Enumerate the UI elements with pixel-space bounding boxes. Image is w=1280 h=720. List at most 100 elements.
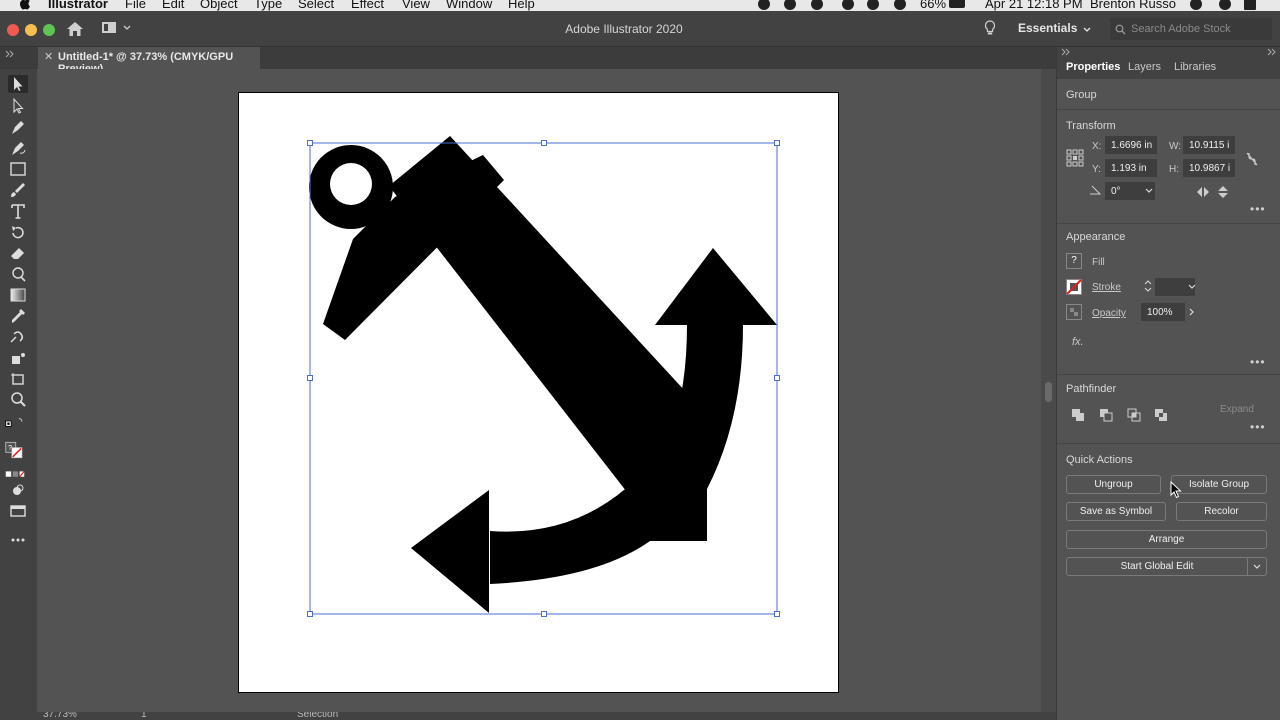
reference-point-icon[interactable] <box>1066 149 1084 167</box>
tab-properties[interactable]: Properties <box>1066 61 1120 73</box>
spotlight-icon[interactable] <box>1190 0 1202 10</box>
menu-select[interactable]: Select <box>298 0 334 11</box>
fill-swatch[interactable]: ? <box>1066 253 1082 269</box>
current-tool-label[interactable]: Selection <box>297 712 338 720</box>
eyedropper-tool[interactable] <box>8 307 28 325</box>
stroke-weight-dropdown-chevron-icon[interactable] <box>1188 284 1196 290</box>
bluetooth-icon[interactable] <box>867 0 879 10</box>
lightbulb-icon[interactable] <box>984 20 996 36</box>
scrollbar-thumb[interactable] <box>1045 382 1052 402</box>
handle-top-right[interactable] <box>774 140 780 146</box>
constrain-proportions-icon[interactable] <box>1245 151 1259 167</box>
symbol-sprayer-tool[interactable] <box>8 349 28 367</box>
artboard-tool[interactable] <box>8 370 28 388</box>
anchor-left-fluke[interactable] <box>411 490 489 613</box>
opacity-label[interactable]: Opacity <box>1092 308 1126 319</box>
opacity-chevron-right-icon[interactable] <box>1189 308 1195 316</box>
adobe-stock-search[interactable]: Search Adobe Stock <box>1110 18 1272 40</box>
menu-app-name[interactable]: Illustrator <box>48 0 108 11</box>
handle-bottom-right[interactable] <box>774 611 780 617</box>
handle-top-middle[interactable] <box>541 140 547 146</box>
artboard-number[interactable]: 1 <box>141 712 147 720</box>
warp-tool[interactable] <box>8 265 28 283</box>
exclude-icon[interactable] <box>1154 408 1168 422</box>
ungroup-button[interactable]: Ungroup <box>1066 475 1161 494</box>
eraser-tool[interactable] <box>8 244 28 262</box>
user-name[interactable]: Brenton Russo <box>1090 0 1176 11</box>
menu-view[interactable]: View <box>402 0 430 11</box>
fx-effects-button[interactable]: fx. <box>1072 336 1084 348</box>
default-fill-stroke-toggle[interactable] <box>5 412 31 430</box>
edit-toolbar-button[interactable] <box>8 531 28 549</box>
menu-file[interactable]: File <box>125 0 146 11</box>
battery-icon[interactable] <box>949 0 965 8</box>
appearance-more-options-icon[interactable]: ••• <box>1250 355 1266 369</box>
handle-top-left[interactable] <box>307 140 313 146</box>
record-status-icon[interactable] <box>758 0 770 10</box>
rotate-tool[interactable] <box>8 223 28 241</box>
tab-layers[interactable]: Layers <box>1128 61 1161 73</box>
blend-tool[interactable] <box>8 328 28 346</box>
collapse-panel-left-icon[interactable] <box>1061 48 1071 56</box>
menu-window[interactable]: Window <box>446 0 492 11</box>
curvature-tool[interactable] <box>8 139 28 157</box>
minus-front-icon[interactable] <box>1099 408 1113 422</box>
y-position-field[interactable]: 1.193 in <box>1105 159 1157 177</box>
stroke-label[interactable]: Stroke <box>1092 282 1121 293</box>
anchor-artwork[interactable] <box>37 69 1041 712</box>
menu-effect[interactable]: Effect <box>351 0 384 11</box>
creative-cloud-icon[interactable] <box>811 0 823 10</box>
pathfinder-more-options-icon[interactable]: ••• <box>1250 420 1266 434</box>
menu-help[interactable]: Help <box>508 0 535 11</box>
width-field[interactable]: 10.9115 i <box>1183 136 1235 154</box>
status-app-icon[interactable] <box>784 0 796 10</box>
fill-stroke-swatches[interactable]: ? <box>5 441 31 463</box>
stroke-swatch[interactable] <box>1066 279 1082 295</box>
recolor-button[interactable]: Recolor <box>1176 502 1267 521</box>
type-tool[interactable] <box>8 202 28 220</box>
expand-button[interactable]: Expand <box>1220 404 1254 415</box>
screen-mode-tool[interactable] <box>8 502 28 520</box>
handle-middle-right[interactable] <box>774 375 780 381</box>
flip-horizontal-icon[interactable] <box>1196 186 1210 198</box>
menu-object[interactable]: Object <box>200 0 238 11</box>
collapse-toolbar-icon[interactable] <box>5 50 15 58</box>
vertical-scrollbar[interactable] <box>1041 69 1056 712</box>
anchor-right-fluke[interactable] <box>655 248 777 325</box>
opacity-field[interactable]: 100% <box>1141 303 1185 321</box>
direct-selection-tool[interactable] <box>8 97 28 115</box>
workspace-switcher[interactable]: Essentials <box>1018 21 1077 35</box>
wifi-icon[interactable] <box>894 0 906 10</box>
arrange-button[interactable]: Arrange <box>1066 530 1267 549</box>
start-global-edit-button[interactable]: Start Global Edit <box>1066 557 1248 576</box>
global-edit-options-button[interactable] <box>1247 557 1267 576</box>
flip-vertical-icon[interactable] <box>1217 185 1229 199</box>
zoom-level[interactable]: 37.73% <box>43 712 77 720</box>
draw-mode-tool[interactable] <box>8 481 28 499</box>
document-tab[interactable]: ✕ Untitled-1* @ 37.73% (CMYK/GPU Preview… <box>38 47 260 75</box>
transform-more-options-icon[interactable]: ••• <box>1250 202 1266 216</box>
height-field[interactable]: 10.9867 i <box>1183 159 1235 177</box>
selection-tool[interactable] <box>8 75 28 93</box>
zoom-tool[interactable] <box>8 391 28 409</box>
handle-middle-left[interactable] <box>307 375 313 381</box>
rectangle-tool[interactable] <box>8 160 28 178</box>
airplay-icon[interactable] <box>842 0 854 10</box>
menu-type[interactable]: Type <box>254 0 282 11</box>
collapse-panel-right-icon[interactable] <box>1267 48 1277 56</box>
control-center-icon[interactable] <box>1244 0 1256 10</box>
tab-libraries[interactable]: Libraries <box>1174 61 1216 73</box>
unite-icon[interactable] <box>1071 408 1085 422</box>
close-tab-icon[interactable]: ✕ <box>44 50 53 63</box>
paintbrush-tool[interactable] <box>8 181 28 199</box>
x-position-field[interactable]: 1.6696 in <box>1105 136 1157 154</box>
save-as-symbol-button[interactable]: Save as Symbol <box>1066 502 1166 521</box>
clock[interactable]: Apr 21 12:18 PM <box>985 0 1083 11</box>
intersect-icon[interactable] <box>1127 408 1141 422</box>
handle-bottom-middle[interactable] <box>541 611 547 617</box>
handle-bottom-left[interactable] <box>307 611 313 617</box>
chevron-down-icon[interactable] <box>1083 27 1091 33</box>
isolate-group-button[interactable]: Isolate Group <box>1171 475 1267 494</box>
menu-edit[interactable]: Edit <box>162 0 184 11</box>
canvas-area[interactable] <box>37 69 1041 712</box>
